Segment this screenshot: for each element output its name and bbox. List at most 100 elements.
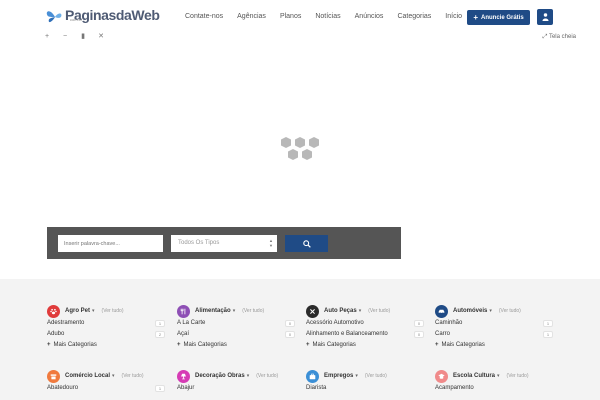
ver-tudo-link[interactable]: (Ver tudo) bbox=[256, 373, 278, 379]
anuncie-gratis-button[interactable]: + Anuncie Grátis bbox=[467, 10, 530, 25]
map-type-button[interactable]: ▮ bbox=[76, 33, 90, 42]
category-name[interactable]: Agro Pet bbox=[65, 308, 90, 314]
subcategory-item[interactable]: Adestramento 1 bbox=[47, 318, 165, 329]
category-header: Empregos ▾ (Ver tudo) bbox=[306, 369, 424, 383]
caret-down-icon: ▾ bbox=[489, 308, 492, 314]
subcategory-label: A La Carte bbox=[177, 320, 206, 326]
caret-down-icon: ▾ bbox=[92, 308, 95, 314]
ver-tudo-link[interactable]: (Ver tudo) bbox=[122, 373, 144, 379]
categories-section: Agro Pet ▾ (Ver tudo) Adestramento 1 Adub… bbox=[0, 279, 600, 400]
subcategory-label: Adestramento bbox=[47, 320, 85, 326]
subcategory-item[interactable]: Caminhão 1 bbox=[435, 318, 553, 329]
ver-tudo-link[interactable]: (Ver tudo) bbox=[368, 308, 390, 314]
zoom-out-button[interactable]: − bbox=[58, 33, 72, 42]
category-decoracao-obras: Decoração Obras ▾ (Ver tudo) Abajur bbox=[177, 369, 295, 394]
briefcase-icon bbox=[306, 369, 319, 383]
category-name[interactable]: Automóveis bbox=[453, 308, 487, 314]
subcategory-item[interactable]: Abajur bbox=[177, 383, 295, 394]
subcategory-count: 1 bbox=[543, 331, 553, 338]
subcategory-label: Carro bbox=[435, 331, 451, 337]
ver-tudo-link[interactable]: (Ver tudo) bbox=[102, 308, 124, 314]
keyword-search-input[interactable] bbox=[58, 235, 163, 252]
plus-icon: + bbox=[306, 342, 310, 348]
more-categories-link[interactable]: + Mais Categorias bbox=[435, 340, 553, 351]
butterfly-icon bbox=[46, 11, 62, 23]
category-header: Comércio Local ▾ (Ver tudo) bbox=[47, 369, 165, 383]
page: PaginasdaWeb com.br Contate-nos Agências… bbox=[0, 0, 600, 400]
subcategory-item[interactable]: Abatedouro 1 bbox=[47, 383, 165, 394]
search-bar: Todos Os Tipos ▲▼ bbox=[47, 227, 401, 259]
ver-tudo-link[interactable]: (Ver tudo) bbox=[507, 373, 529, 379]
more-categories-label: Mais Categorias bbox=[312, 342, 356, 348]
category-name[interactable]: Empregos bbox=[324, 373, 353, 379]
loading-spinner-icon bbox=[281, 137, 319, 160]
caret-down-icon: ▾ bbox=[112, 373, 115, 379]
subcategory-item[interactable]: A La Carte 0 bbox=[177, 318, 295, 329]
subcategory-count: 1 bbox=[155, 320, 165, 327]
subcategory-item[interactable]: Diarista bbox=[306, 383, 424, 394]
subcategory-label: Adubo bbox=[47, 331, 65, 337]
nav-categorias[interactable]: Categorias bbox=[397, 13, 431, 20]
category-name[interactable]: Decoração Obras bbox=[195, 373, 245, 379]
more-categories-label: Mais Categorias bbox=[183, 342, 227, 348]
category-name[interactable]: Escola Cultura bbox=[453, 373, 495, 379]
caret-down-icon: ▾ bbox=[358, 308, 362, 314]
nav-inicio[interactable]: Início bbox=[445, 13, 462, 20]
category-auto-pecas: Auto Peças ▾ (Ver tudo) Acessório Automo… bbox=[306, 304, 424, 351]
subcategory-item[interactable]: Alinhamento e Balanceamento 0 bbox=[306, 329, 424, 340]
subcategory-count: 0 bbox=[285, 320, 295, 327]
subcategory-count: 2 bbox=[155, 331, 165, 338]
subcategory-label: Diarista bbox=[306, 385, 327, 391]
search-button[interactable] bbox=[285, 235, 328, 252]
subcategory-count: 0 bbox=[414, 320, 424, 327]
category-header: Agro Pet ▾ (Ver tudo) bbox=[47, 304, 165, 318]
nav-noticias[interactable]: Notícias bbox=[315, 13, 340, 20]
nav-planos[interactable]: Planos bbox=[280, 13, 301, 20]
category-name[interactable]: Comércio Local bbox=[65, 373, 110, 379]
ver-tudo-link[interactable]: (Ver tudo) bbox=[499, 308, 521, 314]
site-logo[interactable]: PaginasdaWeb bbox=[46, 6, 160, 30]
subcategory-count: 0 bbox=[285, 331, 295, 338]
subcategory-item[interactable]: Acampamento bbox=[435, 383, 553, 394]
plus-icon: + bbox=[177, 342, 181, 348]
more-categories-link[interactable]: + Mais Categorias bbox=[177, 340, 295, 351]
subcategory-item[interactable]: Carro 1 bbox=[435, 329, 553, 340]
ver-tudo-link[interactable]: (Ver tudo) bbox=[242, 308, 264, 314]
ver-tudo-link[interactable]: (Ver tudo) bbox=[365, 373, 387, 379]
more-categories-link[interactable]: + Mais Categorias bbox=[306, 340, 424, 351]
subcategory-item[interactable]: Adubo 2 bbox=[47, 329, 165, 340]
subcategory-item[interactable]: Acessório Automotivo 0 bbox=[306, 318, 424, 329]
subcategory-count: 0 bbox=[414, 331, 424, 338]
more-categories-label: Mais Categorias bbox=[53, 342, 97, 348]
fullscreen-button[interactable]: ⤢ Tela cheia bbox=[543, 34, 576, 41]
category-name[interactable]: Auto Peças bbox=[324, 308, 357, 314]
anuncie-label: Anuncie Grátis bbox=[480, 14, 524, 21]
type-select[interactable]: Todos Os Tipos ▲ ▼ bbox=[171, 235, 277, 252]
category-name[interactable]: Alimentação bbox=[195, 308, 231, 314]
school-icon bbox=[435, 369, 448, 383]
subcategory-label: Alinhamento e Balanceamento bbox=[306, 331, 388, 337]
subcategory-item[interactable]: Açaí 0 bbox=[177, 329, 295, 340]
category-automoveis: Automóveis ▾ (Ver tudo) Caminhão 1 Carro 1… bbox=[435, 304, 553, 351]
subcategory-label: Acampamento bbox=[435, 385, 474, 391]
zoom-in-button[interactable]: + bbox=[40, 33, 54, 42]
select-arrows-icon: ▲ ▼ bbox=[269, 238, 273, 248]
nav-agencias[interactable]: Agências bbox=[237, 13, 266, 20]
more-categories-link[interactable]: + Mais Categorias bbox=[47, 340, 165, 351]
category-header: Decoração Obras ▾ (Ver tudo) bbox=[177, 369, 295, 383]
map-reset-button[interactable]: ✕ bbox=[94, 33, 108, 42]
subcategory-label: Acessório Automotivo bbox=[306, 320, 364, 326]
search-icon bbox=[302, 239, 311, 248]
lamp-icon bbox=[177, 369, 190, 383]
fullscreen-label: Tela cheia bbox=[548, 34, 576, 40]
caret-down-icon: ▾ bbox=[232, 308, 236, 314]
subcategory-count: 1 bbox=[543, 320, 553, 327]
category-agro-pet: Agro Pet ▾ (Ver tudo) Adestramento 1 Adub… bbox=[47, 304, 165, 351]
user-account-button[interactable] bbox=[537, 9, 553, 25]
nav-contate-nos[interactable]: Contate-nos bbox=[185, 13, 223, 20]
nav-anuncios[interactable]: Anúncios bbox=[355, 13, 384, 20]
paw-icon bbox=[47, 304, 60, 318]
subcategory-label: Abajur bbox=[177, 385, 195, 391]
subcategory-label: Abatedouro bbox=[47, 385, 79, 391]
main-nav: Contate-nos Agências Planos Notícias Anú… bbox=[185, 13, 476, 20]
